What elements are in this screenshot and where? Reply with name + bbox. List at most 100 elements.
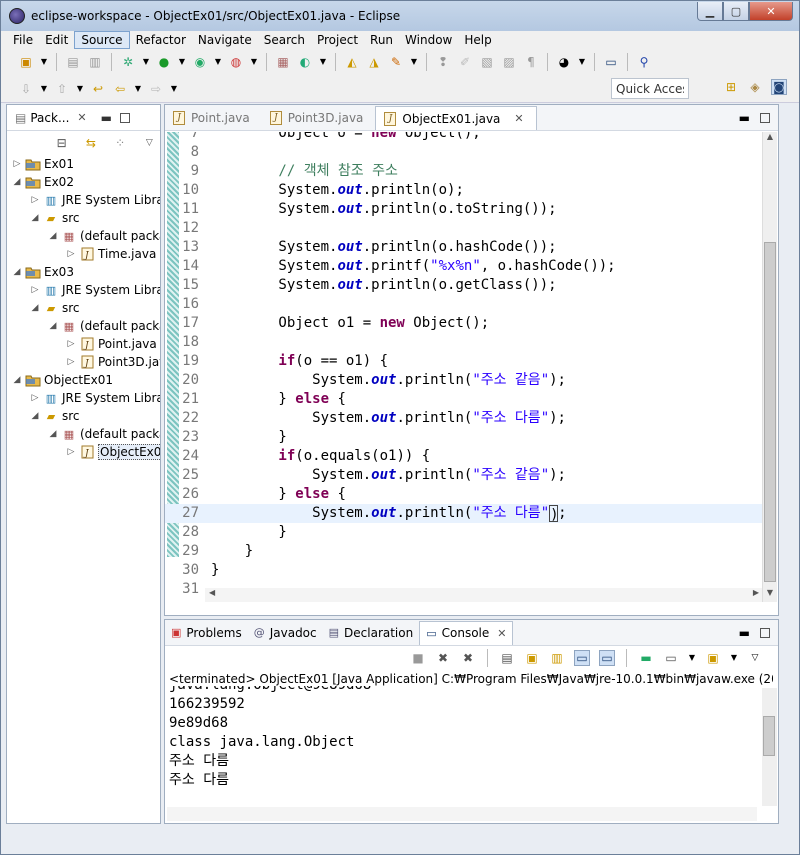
twisty-icon[interactable]: ◢: [29, 411, 41, 421]
menu-file[interactable]: File: [7, 32, 39, 48]
forward-icon[interactable]: ⇨: [148, 81, 164, 97]
tree-item[interactable]: ◢ ▦ (default package): [7, 317, 160, 335]
twisty-icon[interactable]: ▷: [29, 195, 41, 205]
toggle-block-selection-icon[interactable]: ▧: [479, 54, 495, 70]
console-horizontal-scrollbar[interactable]: [167, 807, 757, 821]
menu-navigate[interactable]: Navigate: [192, 32, 258, 48]
forward-dropdown-icon[interactable]: ▼: [170, 81, 178, 97]
tree-item[interactable]: ▷ ▥ JRE System Library: [7, 389, 160, 407]
remove-all-terminated-icon[interactable]: ✖: [460, 650, 476, 666]
save-icon[interactable]: ▤: [65, 54, 81, 70]
menu-help[interactable]: Help: [458, 32, 497, 48]
tab-problems[interactable]: ▣ Problems: [165, 621, 248, 645]
twisty-icon[interactable]: ▷: [65, 357, 77, 367]
menu-project[interactable]: Project: [311, 32, 364, 48]
tree-item[interactable]: ▷ ▥ JRE System Library: [7, 281, 160, 299]
debug-dropdown-icon[interactable]: ▼: [142, 54, 150, 70]
tree-item[interactable]: ◢ ▦ (default package): [7, 227, 160, 245]
maximize-view-icon[interactable]: [760, 627, 770, 638]
coverage-icon[interactable]: ◉: [192, 54, 208, 70]
tree-item[interactable]: ◢ ▰ src: [7, 209, 160, 227]
close-icon[interactable]: ✕: [514, 112, 523, 125]
menu-window[interactable]: Window: [399, 32, 458, 48]
tab-javadoc[interactable]: @ Javadoc: [248, 621, 323, 645]
maximize-view-icon[interactable]: [760, 113, 770, 123]
next-annotation-dropdown-icon[interactable]: ▼: [40, 81, 48, 97]
tree-item[interactable]: ◢ ▰ src: [7, 407, 160, 425]
twisty-icon[interactable]: ◢: [47, 321, 59, 331]
minimize-view-icon[interactable]: ▬: [101, 111, 112, 125]
open-perspective-icon[interactable]: ⊞: [723, 79, 739, 95]
java-perspective-icon[interactable]: ◙: [771, 79, 787, 95]
display-console-dropdown-icon[interactable]: ▼: [688, 650, 696, 666]
collapse-all-icon[interactable]: ⊟: [54, 135, 69, 151]
close-button[interactable]: ✕: [749, 2, 793, 21]
twisty-icon[interactable]: ▷: [65, 249, 77, 259]
search-dropdown-icon[interactable]: ▼: [410, 54, 418, 70]
open-task-icon[interactable]: ◮: [366, 54, 382, 70]
external-tools-icon[interactable]: ◍: [228, 54, 244, 70]
new-dropdown-icon[interactable]: ▼: [40, 54, 48, 70]
terminate-icon[interactable]: ■: [410, 650, 426, 666]
menu-refactor[interactable]: Refactor: [130, 32, 192, 48]
tab-console[interactable]: ▭ Console ✕: [419, 620, 514, 645]
twisty-icon[interactable]: ▷: [65, 447, 77, 457]
scrollbar-thumb[interactable]: [764, 242, 776, 582]
save-all-icon[interactable]: ▥: [87, 54, 103, 70]
tree-item[interactable]: ◢ ▦ (default package): [7, 425, 160, 443]
console-output[interactable]: java.lang.Object@9e89d68166239592 9e89d68…: [169, 686, 749, 810]
previous-annotation-dropdown-icon[interactable]: ▼: [76, 81, 84, 97]
tree-item[interactable]: ◢ Ex02: [7, 173, 160, 191]
new-class-dropdown-icon[interactable]: ▼: [319, 54, 327, 70]
menu-edit[interactable]: Edit: [39, 32, 74, 48]
pin-icon[interactable]: ⚲: [636, 54, 652, 70]
display-console-icon[interactable]: ▭: [663, 650, 679, 666]
twisty-icon[interactable]: ◢: [29, 213, 41, 223]
run-dropdown-icon[interactable]: ▼: [178, 54, 186, 70]
tree-item[interactable]: ◢ Ex03: [7, 263, 160, 281]
clear-console-icon[interactable]: ▤: [499, 650, 515, 666]
twisty-icon[interactable]: ▷: [29, 393, 41, 403]
twisty-icon[interactable]: ▷: [65, 339, 77, 349]
twisty-icon[interactable]: ◢: [47, 429, 59, 439]
tab-declaration[interactable]: ▤ Declaration: [323, 621, 420, 645]
new-icon[interactable]: ▣: [18, 54, 34, 70]
twisty-icon[interactable]: ▷: [11, 159, 23, 169]
view-menu-icon[interactable]: ▽: [747, 650, 763, 666]
minimize-button[interactable]: ▁: [697, 2, 723, 21]
maximize-button[interactable]: ▢: [723, 2, 749, 21]
java-ee-perspective-icon[interactable]: ◈: [747, 79, 763, 95]
quick-access-input[interactable]: [611, 78, 689, 99]
scroll-lock-icon[interactable]: ▣: [524, 650, 540, 666]
new-java-package-icon[interactable]: ▦: [275, 54, 291, 70]
show-whitespace-icon[interactable]: ▨: [501, 54, 517, 70]
editor-tab[interactable]: J ObjectEx01.java ✕: [375, 106, 537, 130]
package-explorer-tab[interactable]: ▤ Pack... ✕ ▬: [7, 105, 160, 131]
remove-launch-icon[interactable]: ✖: [435, 650, 451, 666]
profile-dropdown-icon[interactable]: ▼: [578, 54, 586, 70]
tree-item[interactable]: ▷ J Point.java: [7, 335, 160, 353]
twisty-icon[interactable]: ◢: [29, 303, 41, 313]
menu-source[interactable]: Source: [74, 31, 130, 49]
minimize-view-icon[interactable]: ▬: [739, 111, 750, 125]
tree-item[interactable]: ◢ ▰ src: [7, 299, 160, 317]
tree-item[interactable]: ▷JPoint3D.java: [7, 353, 160, 371]
profile-icon[interactable]: ◕: [556, 54, 572, 70]
close-icon[interactable]: ✕: [497, 627, 506, 640]
pin-console-icon[interactable]: ▬: [638, 650, 654, 666]
twisty-icon[interactable]: ◢: [47, 231, 59, 241]
twisty-icon[interactable]: ◢: [11, 177, 23, 187]
tree-item[interactable]: ▷ Ex01: [7, 155, 160, 173]
scroll-down-icon[interactable]: ▼: [763, 588, 777, 602]
scroll-right-icon[interactable]: ▶: [753, 588, 759, 597]
twisty-icon[interactable]: ▷: [29, 285, 41, 295]
twisty-icon[interactable]: ◢: [11, 267, 23, 277]
maximize-view-icon[interactable]: [119, 112, 130, 123]
code-area[interactable]: 7 Object o = new Object(); 8 9 // 객체 참조 주소…: [165, 132, 778, 602]
scroll-left-icon[interactable]: ◀: [209, 588, 215, 597]
focus-icon[interactable]: ⁘: [113, 135, 128, 151]
editor-tab[interactable]: J Point3D.java: [262, 106, 376, 130]
external-tools-dropdown-icon[interactable]: ▼: [250, 54, 258, 70]
editor-vertical-scrollbar[interactable]: ▲ ▼: [762, 132, 777, 602]
view-menu-icon[interactable]: ▽: [142, 135, 157, 151]
